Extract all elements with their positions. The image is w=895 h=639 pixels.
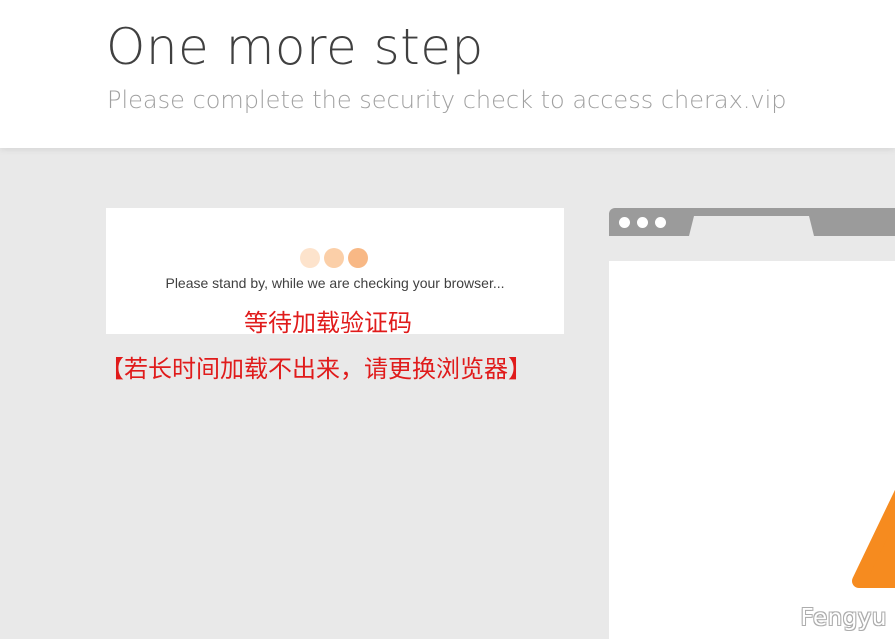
browser-toolbar <box>609 236 895 261</box>
page-subtitle: Please complete the security check to ac… <box>107 86 787 114</box>
window-dot-icon <box>619 217 630 228</box>
browser-illustration <box>609 208 895 639</box>
loading-dot-icon <box>300 248 320 268</box>
browser-titlebar <box>609 208 895 236</box>
watermark: Fengyu <box>800 605 887 631</box>
browser-tab-icon <box>689 216 814 236</box>
loading-dot-icon <box>324 248 344 268</box>
window-dot-icon <box>637 217 648 228</box>
warning-icon <box>852 489 895 588</box>
page-header: One more step Please complete the securi… <box>0 0 895 148</box>
standby-message: Please stand by, while we are checking y… <box>165 275 505 291</box>
page-title: One more step <box>106 18 484 76</box>
change-browser-annotation: 【若长时间加载不出来，请更换浏览器】 <box>100 355 532 383</box>
browser-viewport <box>609 261 895 639</box>
captcha-wait-annotation: 等待加载验证码 <box>244 309 412 337</box>
window-dot-icon <box>655 217 666 228</box>
loading-indicator <box>300 248 372 268</box>
loading-dot-icon <box>348 248 368 268</box>
